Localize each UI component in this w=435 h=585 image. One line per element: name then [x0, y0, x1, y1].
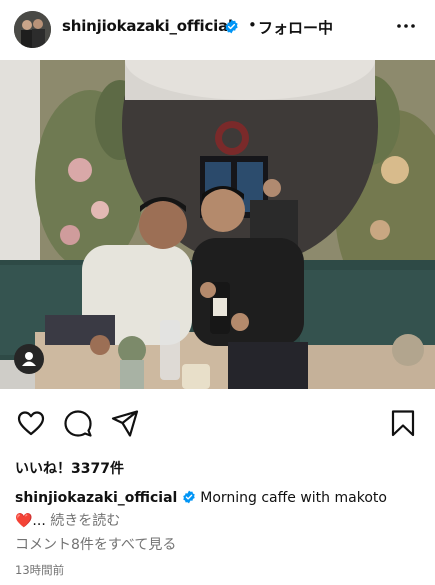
verified-badge-icon — [224, 19, 239, 38]
heart-icon[interactable] — [16, 408, 46, 438]
caption-verified-badge-icon — [182, 490, 196, 511]
caption: shinjiokazaki_official Morning caffe wit… — [15, 488, 420, 532]
likes-count[interactable]: いいね！3377件 — [15, 458, 124, 478]
action-bar — [0, 400, 435, 446]
post-header: shinjiokazaki_official • フォロー中 — [0, 0, 435, 60]
following-button[interactable]: フォロー中 — [258, 17, 333, 38]
caption-text: Morning caffe with makoto — [200, 490, 387, 506]
profile-avatar[interactable] — [14, 11, 51, 48]
user-tag-icon[interactable] — [14, 344, 44, 374]
more-options-icon[interactable] — [394, 14, 418, 38]
read-more-link[interactable]: 続きを読む — [50, 513, 120, 529]
post-photo[interactable] — [0, 60, 435, 389]
caption-username[interactable]: shinjiokazaki_official — [15, 490, 177, 506]
view-comments-link[interactable]: コメント8件をすべて見る — [15, 534, 176, 554]
comment-icon[interactable] — [63, 408, 93, 438]
separator-dot: • — [248, 16, 257, 34]
caption-line2: ❤️... — [15, 513, 51, 529]
post-username[interactable]: shinjiokazaki_official — [62, 17, 233, 35]
bookmark-icon[interactable] — [388, 408, 418, 438]
share-icon[interactable] — [110, 408, 140, 438]
post-timestamp: 13時間前 — [15, 563, 65, 577]
